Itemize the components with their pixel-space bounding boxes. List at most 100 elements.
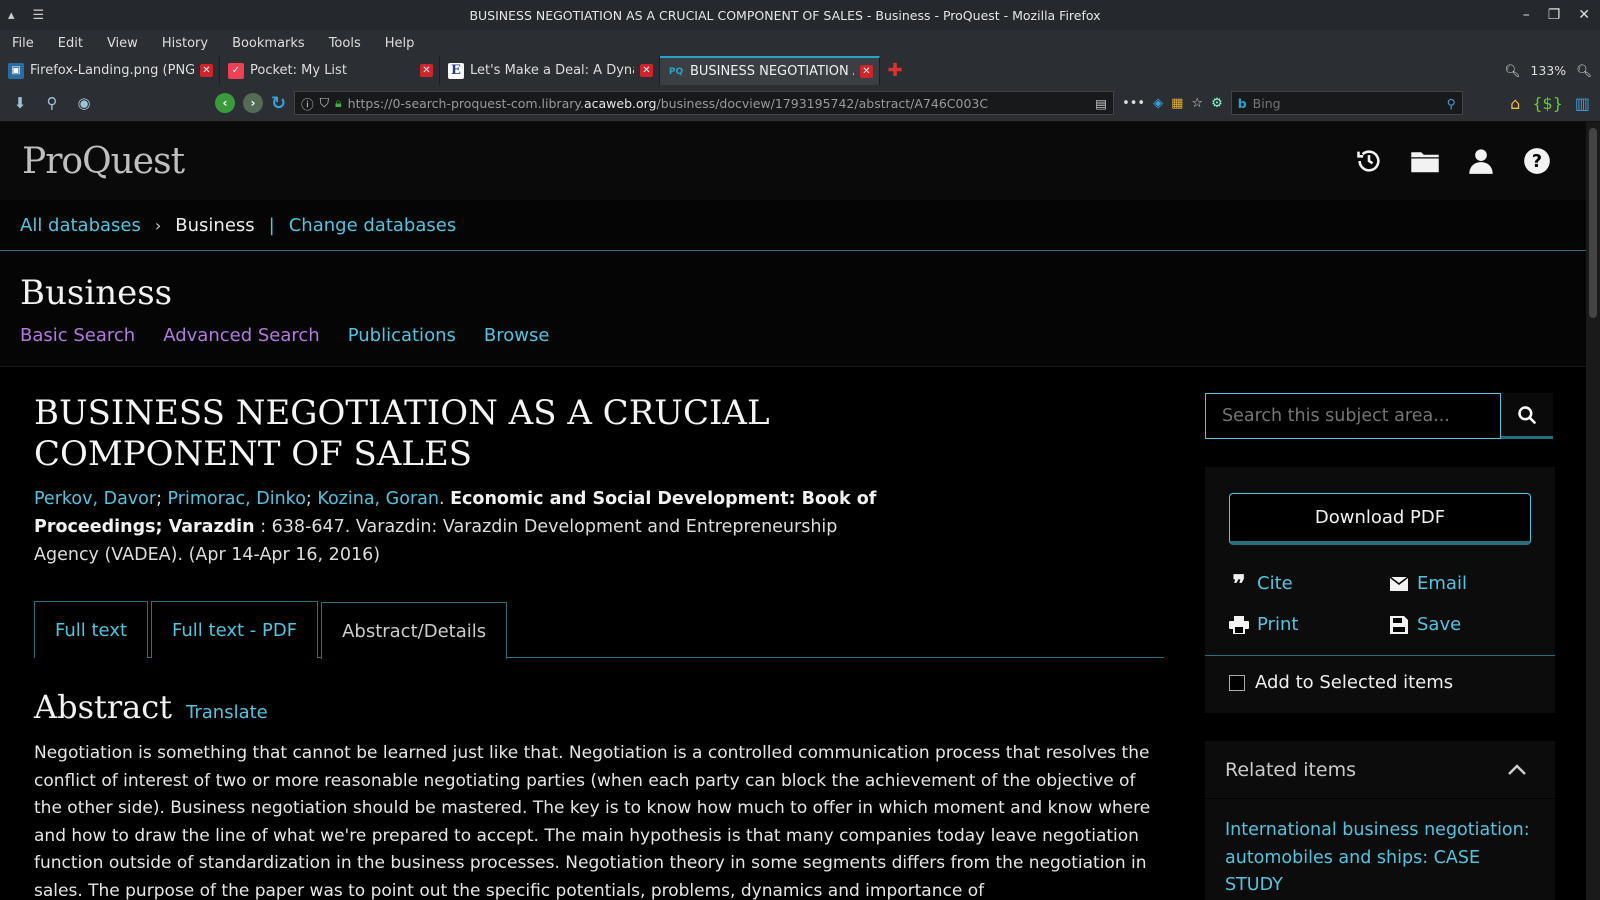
folder-icon[interactable] bbox=[1410, 146, 1440, 176]
print-button[interactable]: Print bbox=[1229, 614, 1389, 635]
menu-tools[interactable]: Tools bbox=[329, 36, 361, 51]
menu-history[interactable]: History bbox=[162, 36, 208, 51]
menu-help[interactable]: Help bbox=[385, 36, 415, 51]
tab-close-icon[interactable]: ✕ bbox=[640, 64, 653, 77]
window-title: BUSINESS NEGOTIATION AS A CRUCIAL COMPON… bbox=[469, 7, 1101, 23]
pocket-save-icon[interactable]: ◈ bbox=[1153, 96, 1163, 111]
tab-label: Pocket: My List bbox=[250, 63, 347, 78]
reader-view-icon[interactable]: ▤ bbox=[1095, 96, 1107, 111]
scripts-icon[interactable]: {$} bbox=[1532, 94, 1563, 113]
printer-icon bbox=[1229, 615, 1249, 635]
save-label: Save bbox=[1417, 614, 1462, 635]
help-icon[interactable]: ? bbox=[1522, 146, 1552, 176]
apps-grid-icon[interactable]: ▦ bbox=[1171, 96, 1183, 111]
tab-full-text[interactable]: Full text bbox=[34, 601, 149, 658]
author-link[interactable]: Primorac, Dinko bbox=[168, 489, 306, 509]
breadcrumb-divider: | bbox=[268, 214, 275, 236]
envelope-icon bbox=[1389, 574, 1409, 594]
document-byline: Perkov, Davor; Primorac, Dinko; Kozina, … bbox=[34, 489, 877, 565]
bookmark-star-icon[interactable]: ☆ bbox=[1191, 96, 1203, 111]
url-domain: acaweb.org bbox=[583, 95, 657, 111]
browser-tab-pocket[interactable]: ✓ Pocket: My List ✕ bbox=[220, 56, 440, 85]
menu-file[interactable]: File bbox=[12, 36, 34, 51]
abstract-heading-row: Abstract Translate bbox=[34, 688, 1164, 726]
publications-link[interactable]: Publications bbox=[348, 325, 456, 346]
tab-close-icon[interactable]: ✕ bbox=[860, 65, 873, 78]
url-text[interactable]: https://0-search-proquest-com.library.ac… bbox=[348, 96, 1090, 111]
menu-view[interactable]: View bbox=[107, 36, 138, 51]
search-icon bbox=[1518, 405, 1537, 424]
add-to-selected-items[interactable]: Add to Selected items bbox=[1205, 656, 1555, 709]
download-tray-icon[interactable]: ⬇ bbox=[10, 93, 30, 113]
back-button[interactable]: ‹ bbox=[215, 93, 235, 113]
change-databases-link[interactable]: Change databases bbox=[289, 215, 456, 236]
page-scrollbar[interactable] bbox=[1586, 122, 1600, 900]
search-icon[interactable]: ⚲ bbox=[1447, 96, 1456, 111]
new-tab-button[interactable]: ✚ bbox=[880, 56, 910, 85]
cite-button[interactable]: ❞ Cite bbox=[1229, 569, 1389, 598]
author-link[interactable]: Perkov, Davor bbox=[34, 489, 156, 509]
recent-searches-icon[interactable] bbox=[1354, 146, 1384, 176]
subject-search-button[interactable] bbox=[1501, 393, 1553, 439]
bing-icon[interactable]: b bbox=[1238, 96, 1247, 111]
home-icon[interactable]: ⌂ bbox=[1510, 94, 1520, 113]
browser-tab-lets-make-a-deal[interactable]: E Let's Make a Deal: A Dynam ✕ bbox=[440, 56, 660, 85]
tab-bar: ▣ Firefox-Landing.png (PNG Im ✕ ✓ Pocket… bbox=[0, 56, 1600, 85]
tab-close-icon[interactable]: ✕ bbox=[200, 64, 213, 77]
tab-label: Firefox-Landing.png (PNG Im bbox=[30, 63, 194, 78]
browser-tab-business-negotiation[interactable]: PQ BUSINESS NEGOTIATION A ✕ bbox=[660, 56, 880, 85]
scrollbar-thumb[interactable] bbox=[1589, 128, 1597, 318]
author-link[interactable]: Kozina, Goran bbox=[317, 489, 439, 509]
e-letter-icon: E bbox=[448, 62, 464, 79]
browse-link[interactable]: Browse bbox=[484, 325, 550, 346]
url-path: /business/docview/1793195742/abstract/A7… bbox=[656, 95, 989, 111]
save-button[interactable]: Save bbox=[1389, 614, 1549, 635]
zoom-in-icon[interactable]: 🔍︎ bbox=[1576, 63, 1592, 79]
page-actions-icon[interactable]: ••• bbox=[1122, 96, 1145, 111]
zoom-out-icon[interactable]: 🔍︎ bbox=[1505, 63, 1521, 79]
breadcrumb-current: Business bbox=[175, 214, 255, 236]
translate-link[interactable]: Translate bbox=[186, 702, 268, 723]
related-items-header[interactable]: Related items bbox=[1205, 741, 1555, 799]
document-tabs: Full text Full text - PDF Abstract/Detai… bbox=[34, 601, 1164, 659]
subject-search-input[interactable] bbox=[1205, 393, 1501, 439]
download-pdf-button[interactable]: Download PDF bbox=[1229, 493, 1531, 545]
forward-button[interactable]: › bbox=[243, 93, 263, 113]
breadcrumb-all-databases[interactable]: All databases bbox=[20, 215, 141, 236]
user-icon[interactable] bbox=[1466, 146, 1496, 176]
menu-edit[interactable]: Edit bbox=[58, 36, 83, 51]
advanced-search-link[interactable]: Advanced Search bbox=[163, 325, 319, 346]
related-items-heading: Related items bbox=[1225, 758, 1357, 781]
tab-abstract-details[interactable]: Abstract/Details bbox=[321, 602, 508, 659]
magnifier-tool-icon[interactable]: ⚲ bbox=[42, 93, 62, 113]
window-close-icon[interactable]: ✕ bbox=[1578, 7, 1590, 23]
url-bar[interactable]: ⓘ ⛉ 🔒︎ https://0-search-proquest-com.lib… bbox=[294, 91, 1115, 115]
subject-nav: Basic Search Advanced Search Publication… bbox=[20, 325, 1566, 346]
web-search-box[interactable]: b ⚲ bbox=[1230, 91, 1463, 115]
reload-icon[interactable]: ↻ bbox=[271, 93, 286, 114]
abstract-text: Negotiation is something that cannot be … bbox=[34, 743, 1151, 900]
window-menu-up-icon[interactable]: ▴ bbox=[8, 8, 15, 23]
add-selected-checkbox[interactable] bbox=[1229, 674, 1245, 691]
info-icon[interactable]: ⓘ bbox=[301, 94, 314, 113]
document-title: BUSINESS NEGOTIATION AS A CRUCIAL COMPON… bbox=[34, 393, 770, 474]
maximize-icon[interactable]: ❐ bbox=[1548, 7, 1561, 23]
proquest-logo[interactable]: ProQuest bbox=[22, 141, 185, 182]
mask-icon[interactable]: ◉ bbox=[74, 93, 94, 113]
zoom-level[interactable]: 133% bbox=[1530, 63, 1566, 78]
related-item-link[interactable]: International business negotiation: auto… bbox=[1205, 799, 1555, 900]
sidebar-toggle-icon[interactable]: ▥ bbox=[1575, 94, 1590, 113]
web-search-input[interactable] bbox=[1252, 95, 1441, 111]
minimize-icon[interactable]: – bbox=[1523, 7, 1530, 23]
menu-bookmarks[interactable]: Bookmarks bbox=[232, 36, 305, 51]
browser-tab-firefox-landing[interactable]: ▣ Firefox-Landing.png (PNG Im ✕ bbox=[0, 56, 220, 85]
extension-icon[interactable]: ⚙ bbox=[1211, 96, 1223, 111]
chevron-up-icon[interactable] bbox=[1507, 763, 1527, 776]
tab-full-text-pdf[interactable]: Full text - PDF bbox=[151, 601, 319, 658]
email-button[interactable]: Email bbox=[1389, 573, 1549, 594]
tab-close-icon[interactable]: ✕ bbox=[420, 64, 433, 77]
hamburger-menu-icon[interactable]: ☰ bbox=[33, 8, 45, 23]
pocket-icon: ✓ bbox=[228, 62, 244, 79]
basic-search-link[interactable]: Basic Search bbox=[20, 325, 135, 346]
tracking-shield-icon[interactable]: ⛉ bbox=[320, 95, 329, 111]
